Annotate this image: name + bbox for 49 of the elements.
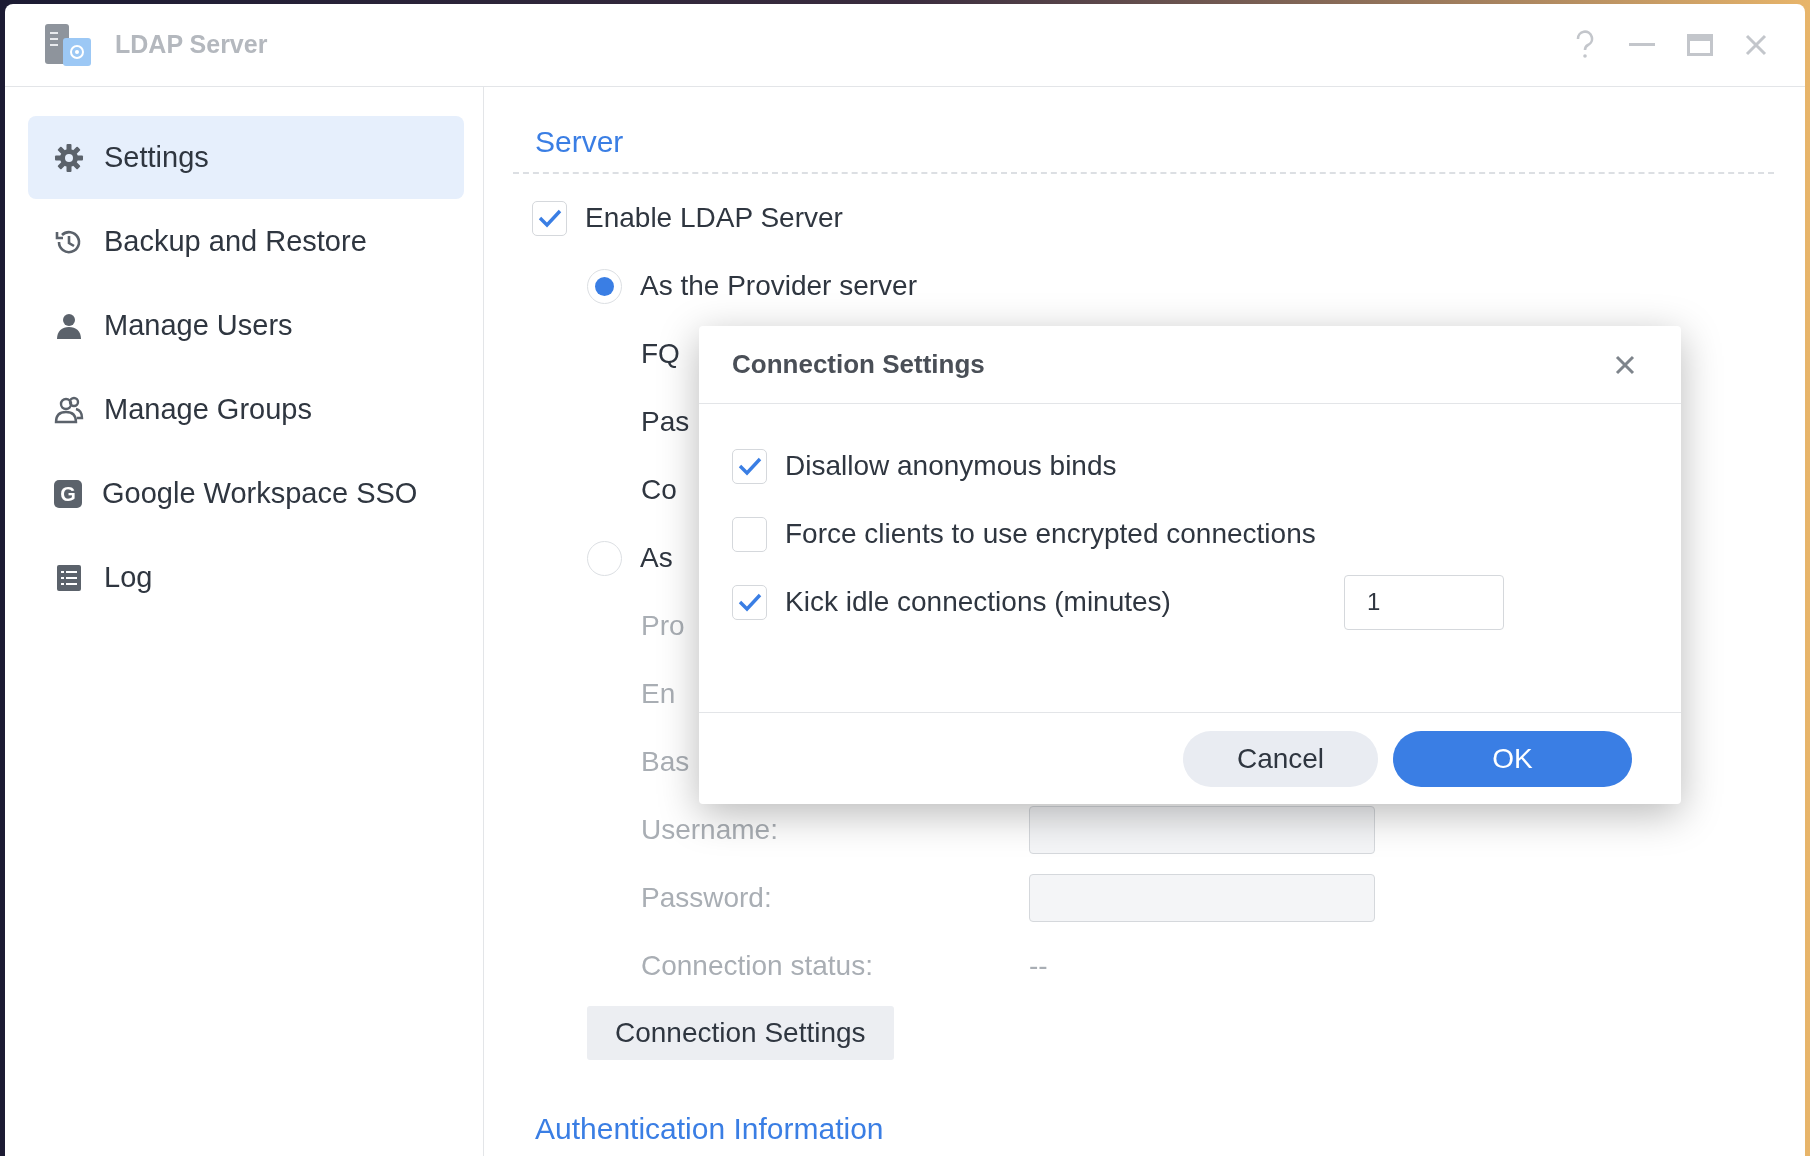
checkbox-label: Force clients to use encrypted connections xyxy=(785,517,1316,551)
google-icon: G xyxy=(54,479,82,508)
field-label: Pro xyxy=(641,609,685,643)
field-label: En xyxy=(641,677,676,711)
close-icon[interactable] xyxy=(1745,34,1767,56)
field-label: Bas xyxy=(641,745,690,779)
checkbox-label: Disallow anonymous binds xyxy=(785,449,1117,483)
checkbox[interactable] xyxy=(732,516,767,552)
radio-button[interactable] xyxy=(587,540,622,576)
sidebar-item[interactable]: Log xyxy=(28,536,464,619)
sidebar-item[interactable]: Manage Groups xyxy=(28,368,464,451)
field-label: FQ xyxy=(641,337,680,371)
log-icon xyxy=(54,562,84,593)
field-label: Username: xyxy=(641,813,778,847)
group-icon xyxy=(54,394,84,425)
field-label: Connection status: xyxy=(641,949,873,983)
check-icon xyxy=(736,591,763,613)
section-heading: Authentication Information xyxy=(534,1111,885,1147)
minimize-icon[interactable] xyxy=(1629,43,1655,47)
radio-label: As the Provider server xyxy=(640,269,917,303)
sidebar-item[interactable]: Manage Users xyxy=(28,284,464,367)
checkbox[interactable] xyxy=(732,584,767,620)
radio-label: As xyxy=(640,541,673,575)
sidebar-item[interactable]: Settings xyxy=(28,116,464,199)
sidebar-item[interactable]: G Google Workspace SSO xyxy=(28,452,464,535)
checkbox[interactable] xyxy=(732,448,767,484)
cancel-button[interactable]: Cancel xyxy=(1183,730,1378,787)
field-label: Pas xyxy=(641,405,690,439)
checkbox-label: Kick idle connections (minutes) xyxy=(785,585,1171,619)
check-icon xyxy=(736,455,763,477)
sidebar-item[interactable]: Backup and Restore xyxy=(28,200,464,283)
dialog-title: Connection Settings xyxy=(732,348,985,381)
radio-button[interactable] xyxy=(587,268,622,304)
input-field[interactable] xyxy=(1029,806,1375,854)
settings-icon xyxy=(54,142,84,173)
status-value: -- xyxy=(1029,949,1048,983)
window-title: LDAP Server xyxy=(115,29,268,61)
input-field[interactable]: 1 xyxy=(1344,574,1504,630)
ok-button[interactable]: OK xyxy=(1393,730,1632,787)
section-heading: Server xyxy=(535,124,625,160)
input-field[interactable] xyxy=(1029,874,1375,922)
checkbox-label: Enable LDAP Server xyxy=(585,201,843,235)
close-icon[interactable] xyxy=(1615,354,1635,375)
connection-settings-button[interactable]: Connection Settings xyxy=(587,1006,894,1060)
field-label: Password: xyxy=(641,881,772,915)
check-icon xyxy=(536,207,563,229)
field-label: Co xyxy=(641,473,677,507)
maximize-icon[interactable] xyxy=(1687,34,1713,56)
checkbox[interactable] xyxy=(532,200,567,236)
